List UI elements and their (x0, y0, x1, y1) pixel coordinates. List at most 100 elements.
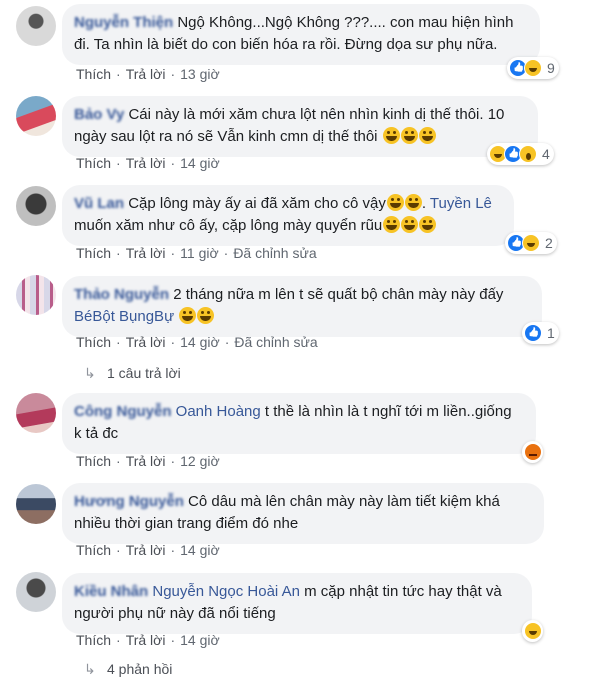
reaction-summary[interactable] (522, 620, 543, 642)
separator: · (170, 66, 176, 82)
reaction-summary[interactable]: 1 (522, 322, 559, 344)
reaction-summary[interactable]: 9 (507, 57, 559, 79)
separator: · (170, 632, 176, 648)
comment-bubble: Công Nguyễn Oanh Hoàng t thề là nhìn là … (62, 393, 536, 454)
like-link[interactable]: Thích (76, 245, 111, 261)
reaction-summary[interactable] (522, 441, 543, 463)
reply-arrow-icon: ↳ (84, 365, 96, 381)
comment-actions: Thích · Trả lời · 14 giờ · Đã chỉnh sửa (76, 334, 318, 350)
separator: · (170, 245, 176, 261)
like-link[interactable]: Thích (76, 334, 111, 350)
comment-actions: Thích · Trả lời · 14 giờ (76, 632, 220, 648)
avatar[interactable] (16, 96, 56, 136)
comment-time[interactable]: 14 giờ (180, 155, 220, 171)
comment-bubble: Hương Nguyễn Cô dâu mà lên chân mày này … (62, 483, 544, 544)
separator: · (170, 453, 176, 469)
separator: · (116, 334, 121, 350)
comment-bubble: Thảo Nguyễn 2 tháng nữa m lên t sẽ quất … (62, 276, 542, 337)
reply-link[interactable]: Trả lời (126, 334, 166, 350)
laughing-emoji-icon (418, 127, 436, 144)
edited-label[interactable]: Đã chỉnh sửa (233, 245, 316, 261)
reply-link[interactable]: Trả lời (126, 66, 166, 82)
mention-link[interactable]: BéBột BụngBự (74, 308, 174, 325)
view-replies-link[interactable]: ↳ 4 phản hồi (84, 661, 172, 678)
reaction-summary[interactable]: 4 (487, 143, 554, 165)
angry-reaction-icon (524, 443, 542, 461)
comment-actions: Thích · Trả lời · 14 giờ (76, 155, 220, 171)
comment-author[interactable]: Vũ Lan (74, 195, 124, 212)
comment-text: Cặp lông mày ấy ai đã xăm cho cô vậy (128, 195, 386, 212)
reaction-count: 4 (542, 146, 550, 162)
reaction-count: 1 (547, 325, 555, 341)
separator: · (116, 542, 121, 558)
reply-link[interactable]: Trả lời (126, 542, 166, 558)
avatar[interactable] (16, 275, 56, 315)
reply-link[interactable]: Trả lời (126, 155, 166, 171)
laughing-emoji-icon (404, 194, 422, 211)
comment-author[interactable]: Thảo Nguyễn (74, 286, 169, 303)
comment-time[interactable]: 14 giờ (180, 632, 220, 648)
reply-arrow-icon: ↳ (84, 661, 96, 677)
comment-bubble: Vũ Lan Cặp lông mày ấy ai đã xăm cho cô … (62, 185, 514, 246)
avatar[interactable] (16, 572, 56, 612)
comment-actions: Thích · Trả lời · 11 giờ · Đã chỉnh sửa (76, 245, 317, 261)
wow-reaction-icon (519, 145, 537, 163)
comment-text-continued: muốn xăm như cô ấy, cặp lông mày quyển r… (74, 217, 383, 234)
comment-time[interactable]: 14 giờ (180, 542, 220, 558)
comment-text: Cái này là mới xăm chưa lột nên nhìn kin… (74, 106, 505, 145)
laughing-emoji-icon (419, 216, 437, 233)
reply-link[interactable]: Trả lời (126, 632, 166, 648)
like-link[interactable]: Thích (76, 155, 111, 171)
comment-bubble: Nguyễn Thiện Ngộ Không...Ngộ Không ???..… (62, 4, 540, 65)
separator: · (116, 245, 121, 261)
comment-author[interactable]: Nguyễn Thiện (74, 14, 173, 31)
comment-time[interactable]: 11 giờ (180, 245, 219, 261)
comment-text: 2 tháng nữa m lên t sẽ quất bộ chân mày … (173, 286, 504, 303)
separator: · (116, 155, 121, 171)
separator: · (170, 542, 176, 558)
comment-time[interactable]: 14 giờ (180, 334, 220, 350)
like-link[interactable]: Thích (76, 453, 111, 469)
laughing-emoji-icon (197, 307, 215, 324)
comment-actions: Thích · Trả lời · 13 giờ (76, 66, 220, 82)
haha-reaction-icon (522, 234, 540, 252)
like-link[interactable]: Thích (76, 66, 111, 82)
separator: · (116, 66, 121, 82)
avatar[interactable] (16, 393, 56, 433)
comment-author[interactable]: Công Nguyễn (74, 403, 172, 420)
reaction-summary[interactable]: 2 (505, 232, 557, 254)
view-replies-link[interactable]: ↳ 1 câu trả lời (84, 365, 181, 382)
replies-label[interactable]: 4 phản hồi (107, 661, 172, 677)
reply-link[interactable]: Trả lời (126, 453, 166, 469)
comment-bubble: Kiều Nhân Nguyễn Ngọc Hoài An m cặp nhật… (62, 573, 532, 634)
comment-author[interactable]: Kiều Nhân (74, 583, 148, 600)
separator: · (116, 453, 121, 469)
laughing-emoji-icon (386, 194, 404, 211)
edited-label[interactable]: Đã chỉnh sửa (234, 334, 317, 350)
comment-time[interactable]: 12 giờ (180, 453, 220, 469)
avatar[interactable] (16, 484, 56, 524)
haha-reaction-icon (524, 59, 542, 77)
comment-actions: Thích · Trả lời · 14 giờ (76, 542, 220, 558)
comment-time[interactable]: 13 giờ (180, 66, 220, 82)
like-reaction-icon (524, 324, 542, 342)
mention-link[interactable]: Tuyền Lê (430, 195, 492, 212)
avatar[interactable] (16, 6, 56, 46)
mention-link[interactable]: Nguyễn Ngọc Hoài An (152, 583, 300, 600)
comment-actions: Thích · Trả lời · 12 giờ (76, 453, 220, 469)
like-link[interactable]: Thích (76, 632, 111, 648)
reply-link[interactable]: Trả lời (126, 245, 166, 261)
reaction-count: 2 (545, 235, 553, 251)
comment-author[interactable]: Hương Nguyễn (74, 493, 184, 510)
mention-link[interactable]: Oanh Hoàng (176, 403, 261, 420)
reaction-count: 9 (547, 60, 555, 76)
avatar[interactable] (16, 186, 56, 226)
haha-reaction-icon (524, 622, 542, 640)
laughing-emoji-icon (179, 307, 197, 324)
separator: · (224, 334, 230, 350)
comment-author[interactable]: Bảo Vy (74, 106, 124, 123)
separator: · (116, 632, 121, 648)
replies-label[interactable]: 1 câu trả lời (107, 365, 181, 381)
separator: · (170, 334, 176, 350)
like-link[interactable]: Thích (76, 542, 111, 558)
